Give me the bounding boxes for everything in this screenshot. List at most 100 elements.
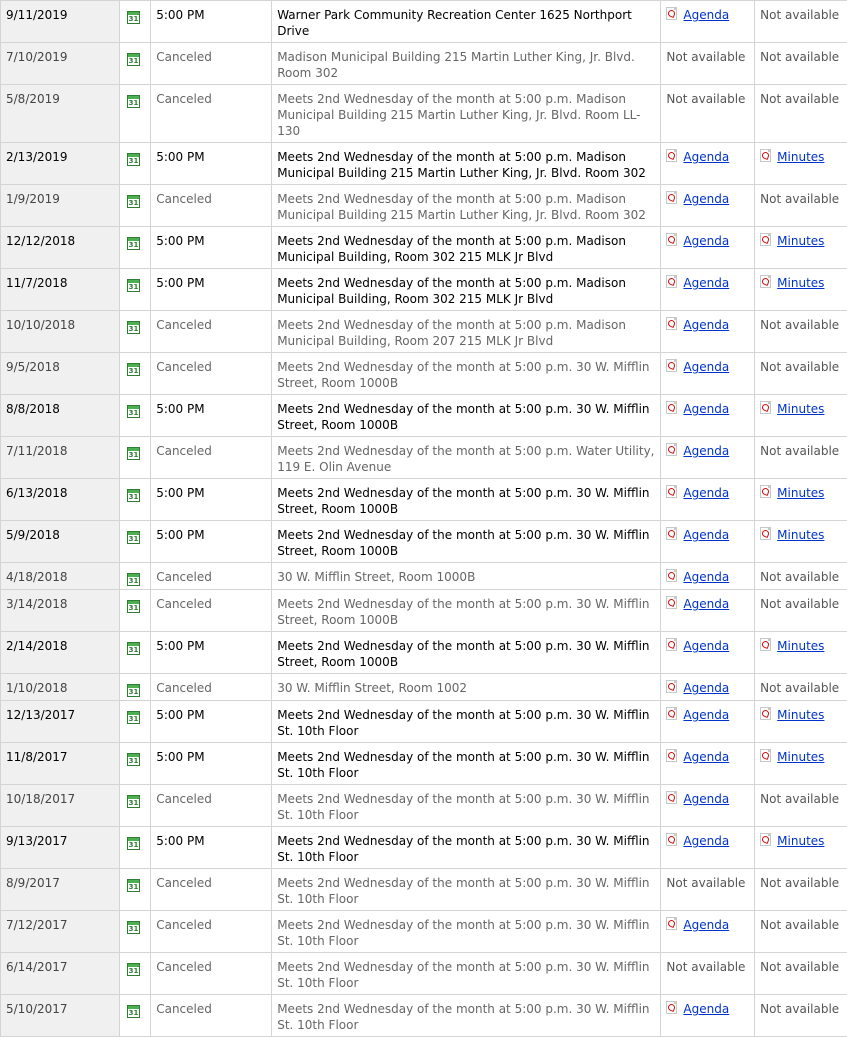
calendar-icon[interactable]: 31 <box>127 279 140 292</box>
minutes-link[interactable]: Minutes <box>777 150 824 164</box>
minutes-cell: Not available <box>755 185 847 227</box>
agenda-link[interactable]: Agenda <box>683 150 729 164</box>
calendar-icon[interactable]: 31 <box>127 1005 140 1018</box>
calendar-icon-text: 31 <box>129 1009 139 1017</box>
meeting-date: 4/18/2018 <box>1 563 120 590</box>
calendar-icon[interactable]: 31 <box>127 642 140 655</box>
calendar-icon[interactable]: 31 <box>127 11 140 24</box>
minutes-cell: Minutes <box>755 395 847 437</box>
calendar-cell: 31 <box>119 311 150 353</box>
meeting-time: 5:00 PM <box>151 701 272 743</box>
agenda-link[interactable]: Agenda <box>683 597 729 611</box>
pdf-icon <box>666 359 677 372</box>
pdf-icon <box>760 749 771 762</box>
pdf-icon <box>666 638 677 651</box>
meeting-row: 3/14/201831CanceledMeets 2nd Wednesday o… <box>1 590 847 632</box>
meeting-time: Canceled <box>151 953 272 995</box>
agenda-link[interactable]: Agenda <box>683 318 729 332</box>
calendar-icon[interactable]: 31 <box>127 837 140 850</box>
calendar-icon[interactable]: 31 <box>127 447 140 460</box>
calendar-icon[interactable]: 31 <box>127 489 140 502</box>
calendar-icon[interactable]: 31 <box>127 711 140 724</box>
agenda-link[interactable]: Agenda <box>683 276 729 290</box>
agenda-link[interactable]: Agenda <box>683 486 729 500</box>
calendar-icon-text: 31 <box>129 715 139 723</box>
meeting-time: Canceled <box>151 185 272 227</box>
agenda-cell: Agenda <box>661 995 755 1037</box>
meeting-location: 30 W. Mifflin Street, Room 1000B <box>272 563 661 590</box>
agenda-link[interactable]: Agenda <box>683 918 729 932</box>
calendar-icon[interactable]: 31 <box>127 879 140 892</box>
calendar-cell: 31 <box>119 911 150 953</box>
calendar-icon[interactable]: 31 <box>127 573 140 586</box>
agenda-link[interactable]: Agenda <box>683 1002 729 1016</box>
minutes-link[interactable]: Minutes <box>777 834 824 848</box>
minutes-cell: Not available <box>755 869 847 911</box>
calendar-icon[interactable]: 31 <box>127 363 140 376</box>
calendar-icon[interactable]: 31 <box>127 684 140 697</box>
meeting-time: Canceled <box>151 674 272 701</box>
minutes-link[interactable]: Minutes <box>777 708 824 722</box>
calendar-cell: 31 <box>119 85 150 143</box>
minutes-link[interactable]: Minutes <box>777 234 824 248</box>
agenda-link[interactable]: Agenda <box>683 792 729 806</box>
agenda-link[interactable]: Agenda <box>683 570 729 584</box>
meeting-row: 2/14/2018315:00 PMMeets 2nd Wednesday of… <box>1 632 847 674</box>
pdf-icon <box>760 233 771 246</box>
meeting-time: Canceled <box>151 590 272 632</box>
agenda-link[interactable]: Agenda <box>683 192 729 206</box>
agenda-link[interactable]: Agenda <box>683 750 729 764</box>
agenda-link[interactable]: Agenda <box>683 681 729 695</box>
calendar-icon[interactable]: 31 <box>127 95 140 108</box>
meeting-time: Canceled <box>151 869 272 911</box>
agenda-link[interactable]: Agenda <box>683 402 729 416</box>
minutes-link[interactable]: Minutes <box>777 486 824 500</box>
calendar-icon[interactable]: 31 <box>127 405 140 418</box>
minutes-link[interactable]: Minutes <box>777 750 824 764</box>
meeting-time: 5:00 PM <box>151 743 272 785</box>
agenda-link[interactable]: Agenda <box>683 234 729 248</box>
minutes-link[interactable]: Minutes <box>777 528 824 542</box>
minutes-link[interactable]: Minutes <box>777 402 824 416</box>
calendar-icon[interactable]: 31 <box>127 531 140 544</box>
calendar-icon[interactable]: 31 <box>127 963 140 976</box>
calendar-icon[interactable]: 31 <box>127 600 140 613</box>
calendar-icon[interactable]: 31 <box>127 795 140 808</box>
minutes-not-available: Not available <box>760 318 839 332</box>
agenda-link[interactable]: Agenda <box>683 8 729 22</box>
agenda-link[interactable]: Agenda <box>683 834 729 848</box>
minutes-not-available: Not available <box>760 570 839 584</box>
meeting-row: 7/11/201831CanceledMeets 2nd Wednesday o… <box>1 437 847 479</box>
minutes-cell: Minutes <box>755 632 847 674</box>
calendar-icon-text: 31 <box>129 409 139 417</box>
meeting-time: Canceled <box>151 85 272 143</box>
pdf-icon <box>666 596 677 609</box>
calendar-icon[interactable]: 31 <box>127 921 140 934</box>
calendar-icon[interactable]: 31 <box>127 237 140 250</box>
minutes-cell: Minutes <box>755 479 847 521</box>
meeting-row: 9/13/2017315:00 PMMeets 2nd Wednesday of… <box>1 827 847 869</box>
minutes-link[interactable]: Minutes <box>777 639 824 653</box>
calendar-cell: 31 <box>119 674 150 701</box>
meeting-location: Meets 2nd Wednesday of the month at 5:00… <box>272 632 661 674</box>
minutes-not-available: Not available <box>760 681 839 695</box>
calendar-icon[interactable]: 31 <box>127 321 140 334</box>
agenda-link[interactable]: Agenda <box>683 360 729 374</box>
pdf-icon <box>666 401 677 414</box>
calendar-cell: 31 <box>119 269 150 311</box>
pdf-icon <box>760 485 771 498</box>
pdf-icon <box>666 275 677 288</box>
meeting-location: Meets 2nd Wednesday of the month at 5:00… <box>272 827 661 869</box>
pdf-icon <box>760 527 771 540</box>
calendar-icon[interactable]: 31 <box>127 753 140 766</box>
agenda-link[interactable]: Agenda <box>683 444 729 458</box>
calendar-icon[interactable]: 31 <box>127 153 140 166</box>
pdf-icon <box>666 527 677 540</box>
meeting-time: Canceled <box>151 911 272 953</box>
minutes-link[interactable]: Minutes <box>777 276 824 290</box>
agenda-link[interactable]: Agenda <box>683 639 729 653</box>
calendar-icon[interactable]: 31 <box>127 53 140 66</box>
agenda-link[interactable]: Agenda <box>683 708 729 722</box>
agenda-link[interactable]: Agenda <box>683 528 729 542</box>
calendar-icon[interactable]: 31 <box>127 195 140 208</box>
